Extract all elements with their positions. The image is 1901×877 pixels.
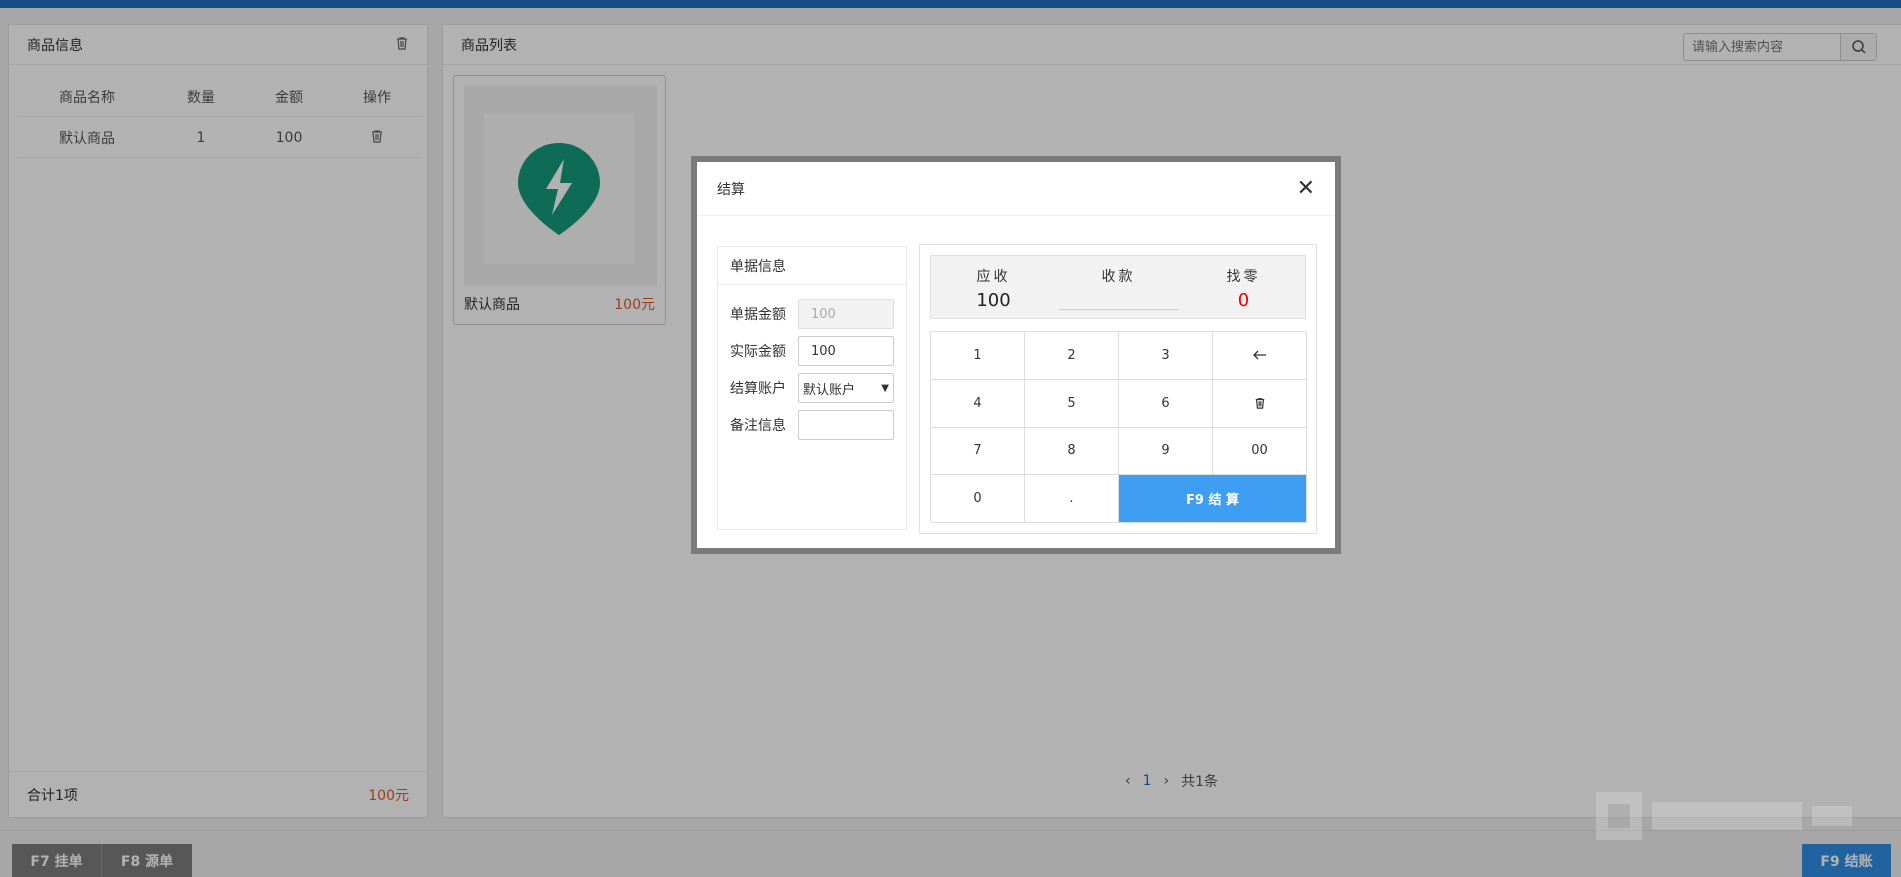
bill-amount-row: 单据金额 100 [730,299,894,329]
payment-summary: 应收 100 收款 找零 0 [930,255,1306,319]
account-select[interactable]: 默认账户 ▼ [798,373,894,403]
key-0[interactable]: 0 [931,475,1025,523]
account-select-value: 默认账户 [803,382,856,398]
receivable-label: 应收 [976,269,1011,285]
dropdown-arrow-icon: ▼ [881,382,889,394]
payment-panel: 应收 100 收款 找零 0 1 2 3 4 5 6 7 8 9 00 0 . … [919,244,1317,534]
checkout-dialog: 结算 ✕ 单据信息 单据金额 100 实际金额 100 结算账户 默认账户 ▼ … [691,156,1341,554]
key-3[interactable]: 3 [1119,332,1213,380]
account-row: 结算账户 默认账户 ▼ [730,373,894,403]
numeric-keypad: 1 2 3 4 5 6 7 8 9 00 0 . F9 结 算 [930,331,1307,523]
change-label: 找零 [1226,269,1261,285]
account-label: 结算账户 [730,381,786,397]
backspace-icon[interactable] [1213,332,1307,380]
bill-info-title: 单据信息 [718,247,906,285]
actual-amount-label: 实际金额 [730,344,786,360]
key-8[interactable]: 8 [1025,427,1119,476]
dialog-title: 结算 [717,181,745,198]
bill-amount-label: 单据金额 [730,307,786,323]
key-dot[interactable]: . [1025,475,1119,523]
key-4[interactable]: 4 [931,379,1025,428]
key-6[interactable]: 6 [1119,379,1213,428]
actual-amount-row: 实际金额 100 [730,336,894,366]
settle-button[interactable]: F9 结 算 [1119,475,1307,523]
key-9[interactable]: 9 [1119,427,1213,476]
actual-amount-field[interactable]: 100 [798,336,894,366]
note-label: 备注信息 [730,418,786,434]
dialog-header: 结算 ✕ [697,162,1335,216]
note-row: 备注信息 [730,410,894,440]
key-2[interactable]: 2 [1025,332,1119,380]
key-5[interactable]: 5 [1025,379,1119,428]
receivable-column: 应收 100 [931,256,1056,320]
key-00[interactable]: 00 [1213,427,1307,476]
key-7[interactable]: 7 [931,427,1025,476]
watermark-logo [1596,792,1852,840]
received-input[interactable] [1058,290,1179,310]
change-column: 找零 0 [1181,256,1306,320]
bill-amount-field: 100 [798,299,894,329]
receivable-value: 100 [976,290,1011,311]
note-field[interactable] [798,410,894,440]
clear-trash-icon[interactable] [1213,379,1307,428]
bill-info-panel: 单据信息 单据金额 100 实际金额 100 结算账户 默认账户 ▼ 备注信息 [717,246,907,530]
received-column: 收款 [1056,256,1181,320]
close-icon[interactable]: ✕ [1297,176,1315,201]
received-label: 收款 [1101,269,1136,285]
change-value: 0 [1237,290,1250,311]
key-1[interactable]: 1 [931,332,1025,380]
